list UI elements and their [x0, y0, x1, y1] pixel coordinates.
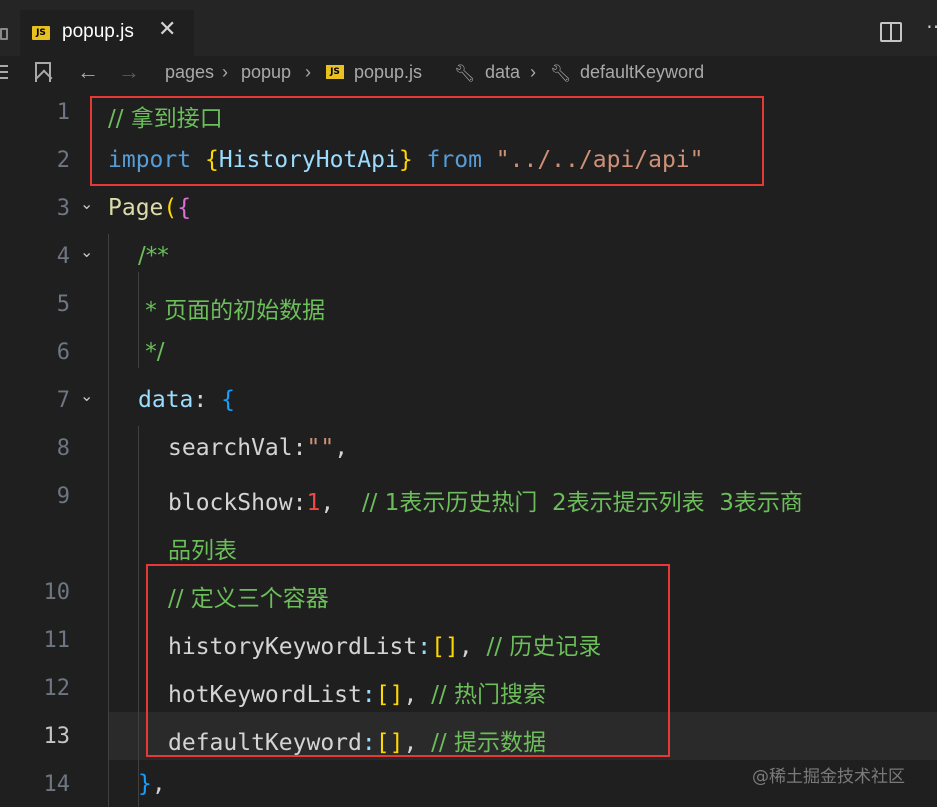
code-line-wrap: 品列表 [0, 522, 937, 570]
watermark: @稀土掘金技术社区 [752, 767, 905, 787]
function-name: Page [108, 195, 164, 221]
chevron-down-icon[interactable]: ⌄ [80, 194, 93, 213]
bracket: } [138, 771, 152, 797]
code-comment: */ [138, 339, 165, 365]
code-comment: /** [138, 243, 169, 269]
code-comment: * 页面的初始数据 [138, 298, 326, 324]
line-number: 5 [56, 292, 70, 317]
line-number: 6 [56, 340, 70, 365]
code-line: 8 searchVal:"", [0, 426, 937, 474]
code-comment: 品列表 [168, 538, 237, 564]
line-number: 1 [56, 100, 70, 125]
bracket: { [221, 387, 235, 413]
punctuation: : [292, 435, 307, 461]
bookmark-icon[interactable] [35, 62, 51, 82]
code-line: 6 */ [0, 330, 937, 378]
punctuation: : [292, 490, 307, 516]
line-number: 8 [56, 436, 70, 461]
menu-icon[interactable] [0, 65, 8, 79]
line-number: 10 [43, 580, 71, 605]
property-key: data [138, 387, 194, 413]
breadcrumb-item-popup[interactable]: popup [241, 62, 291, 83]
highlight-box-import [90, 96, 764, 186]
code-editor[interactable]: 1 // 拿到接口 2 import {HistoryHotApi} from … [0, 90, 937, 807]
chevron-down-icon[interactable]: ⌄ [80, 242, 93, 261]
editor-layout-icon[interactable] [0, 28, 8, 40]
punctuation: : [193, 387, 208, 413]
line-number: 13 [43, 724, 71, 749]
breadcrumb-item-pages[interactable]: pages [165, 62, 214, 83]
forward-arrow-icon[interactable]: → [118, 59, 140, 85]
code-comment: // 1表示历史热门 2表示提示列表 3表示商 [361, 490, 803, 516]
line-number: 11 [43, 628, 71, 653]
breadcrumb-separator: › [305, 62, 311, 82]
breadcrumb-separator: › [530, 62, 536, 82]
wrench-icon: 🔧︎ [454, 64, 476, 83]
chevron-down-icon[interactable]: ⌄ [80, 386, 93, 405]
breadcrumb-item-popup-js[interactable]: popup.js [354, 62, 422, 83]
property-key: searchVal [168, 435, 293, 461]
bracket: ( [163, 195, 178, 221]
code-line: 4 ⌄ /** [0, 234, 937, 282]
tab-bar: JS popup.js ✕ ⋯ [0, 0, 937, 56]
property-key: blockShow [168, 490, 293, 516]
split-editor-icon[interactable] [880, 22, 902, 42]
line-number: 3 [56, 196, 70, 221]
line-number: 9 [56, 484, 70, 509]
bracket: { [177, 195, 192, 221]
code-line: 5 * 页面的初始数据 [0, 282, 937, 330]
js-file-icon: JS [326, 65, 344, 79]
breadcrumb: ← → pages › popup › JS popup.js 🔧︎ data … [0, 56, 937, 90]
line-number: 2 [56, 148, 70, 173]
line-number: 12 [43, 676, 71, 701]
code-line: 7 ⌄ data: { [0, 378, 937, 426]
punctuation: , [151, 771, 166, 797]
code-text: data: { [138, 387, 235, 413]
line-number: 4 [56, 244, 70, 269]
punctuation: , [320, 490, 335, 516]
back-arrow-icon[interactable]: ← [77, 59, 99, 85]
breadcrumb-separator: › [222, 62, 228, 82]
code-line: 3 ⌄ Page({ [0, 186, 937, 234]
code-text: searchVal:"", [168, 435, 348, 461]
highlight-box-containers [146, 564, 670, 757]
wrench-icon: 🔧︎ [550, 64, 572, 83]
line-number: 14 [43, 772, 71, 797]
breadcrumb-item-defaultkeyword[interactable]: defaultKeyword [580, 62, 704, 83]
close-icon[interactable]: ✕ [158, 17, 176, 42]
code-text: blockShow:1, // 1表示历史热门 2表示提示列表 3表示商 [168, 483, 803, 517]
line-number: 7 [56, 388, 70, 413]
punctuation: , [334, 435, 349, 461]
breadcrumb-item-data[interactable]: data [485, 62, 520, 83]
tab-title: popup.js [62, 21, 134, 42]
string: "" [306, 435, 335, 461]
tab-popup-js[interactable]: JS popup.js ✕ [20, 10, 194, 56]
number: 1 [306, 490, 321, 516]
js-file-icon: JS [32, 26, 50, 40]
code-text: }, [138, 771, 166, 797]
code-text: Page({ [108, 195, 191, 221]
more-actions-icon[interactable]: ⋯ [926, 14, 937, 38]
code-line: 9 blockShow:1, // 1表示历史热门 2表示提示列表 3表示商 [0, 474, 937, 522]
